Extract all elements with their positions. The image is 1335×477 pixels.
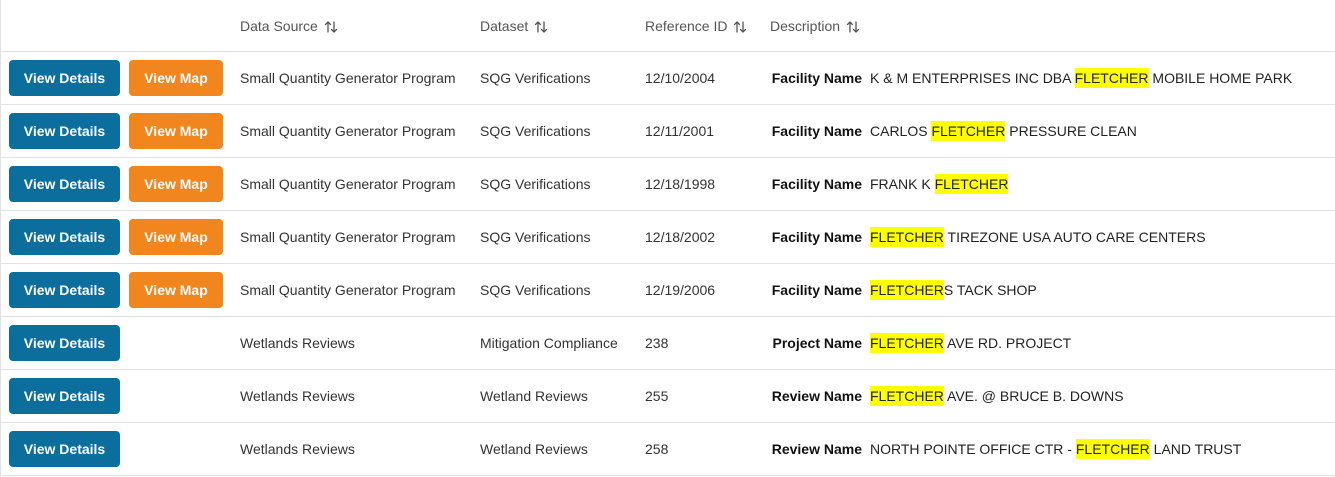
results-table: Data Source Dataset Reference ID Descrip… [0, 0, 1335, 477]
column-header-label: Reference ID [645, 18, 728, 34]
data-source-cell: Small Quantity Generator Program [240, 123, 456, 139]
table-body: View Details View Map Small Quantity Gener… [1, 52, 1335, 476]
description-label: Review Name [771, 441, 862, 457]
view-details-button[interactable]: View Details [9, 113, 120, 149]
data-source-cell: Wetlands Reviews [240, 441, 355, 457]
column-header-description[interactable]: Description [770, 0, 860, 52]
search-highlight: FLETCHER [934, 174, 1009, 194]
description-segment: CARLOS [870, 123, 932, 139]
search-highlight: FLETCHER [931, 121, 1006, 141]
dataset-cell: SQG Verifications [480, 123, 591, 139]
sort-up-down-icon[interactable] [733, 20, 747, 34]
data-source-cell: Small Quantity Generator Program [240, 229, 456, 245]
description-segment: MOBILE HOME PARK [1148, 70, 1293, 86]
view-details-button[interactable]: View Details [9, 272, 120, 308]
table-row: View Details View Map Small Quantity Gener… [1, 52, 1335, 105]
dataset-cell: Wetland Reviews [480, 441, 588, 457]
reference-id-cell: 12/18/2002 [645, 229, 716, 245]
dataset-cell: Mitigation Compliance [480, 335, 618, 351]
dataset-cell: SQG Verifications [480, 176, 591, 192]
description-segment: FRANK K [870, 176, 935, 192]
search-highlight: FLETCHER [870, 280, 944, 300]
table-row: View Details View Map Small Quantity Gener… [1, 264, 1335, 317]
description-label: Facility Name [771, 70, 862, 86]
dataset-cell: SQG Verifications [480, 70, 591, 86]
data-source-cell: Wetlands Reviews [240, 388, 355, 404]
data-source-cell: Wetlands Reviews [240, 335, 355, 351]
description-segment: LAND TRUST [1149, 441, 1242, 457]
view-map-button[interactable]: View Map [129, 113, 223, 149]
table-row: View Details Wetlands Reviews Wetland Revi… [1, 370, 1335, 423]
description-text: FRANK K FLETCHER [870, 158, 1009, 210]
view-details-button[interactable]: View Details [9, 325, 120, 361]
data-source-cell: Small Quantity Generator Program [240, 176, 456, 192]
search-highlight: FLETCHER [870, 386, 944, 406]
dataset-cell: Wetland Reviews [480, 388, 588, 404]
description-label: Project Name [772, 335, 862, 351]
description-text: CARLOS FLETCHER PRESSURE CLEAN [870, 105, 1137, 157]
column-header-dataset[interactable]: Dataset [480, 0, 548, 52]
column-header-label: Description [770, 18, 841, 34]
description-text: FLETCHER AVE RD. PROJECT [870, 317, 1071, 369]
description-text: NORTH POINTE OFFICE CTR - FLETCHER LAND … [870, 423, 1241, 475]
description-segment: AVE. @ BRUCE B. DOWNS [943, 388, 1124, 404]
sort-up-down-icon[interactable] [534, 20, 548, 34]
table-row: View Details View Map Small Quantity Gener… [1, 211, 1335, 264]
description-text: FLETCHER TIREZONE USA AUTO CARE CENTERS [870, 211, 1206, 263]
search-highlight: FLETCHER [1075, 439, 1150, 459]
description-text: FLETCHERS TACK SHOP [870, 264, 1037, 316]
description-label: Review Name [771, 388, 862, 404]
view-details-button[interactable]: View Details [9, 378, 120, 414]
dataset-cell: SQG Verifications [480, 282, 591, 298]
view-map-button[interactable]: View Map [129, 166, 223, 202]
reference-id-cell: 255 [645, 388, 669, 404]
description-segment: NORTH POINTE OFFICE CTR - [870, 441, 1076, 457]
view-map-button[interactable]: View Map [129, 272, 223, 308]
search-highlight: FLETCHER [870, 333, 944, 353]
view-details-button[interactable]: View Details [9, 431, 120, 467]
description-segment: TIREZONE USA AUTO CARE CENTERS [943, 229, 1206, 245]
column-header-reference-id[interactable]: Reference ID [645, 0, 747, 52]
table-header: Data Source Dataset Reference ID Descrip… [1, 0, 1335, 52]
sort-up-down-icon[interactable] [846, 20, 860, 34]
description-label: Facility Name [771, 123, 862, 139]
view-details-button[interactable]: View Details [9, 219, 120, 255]
view-map-button[interactable]: View Map [129, 219, 223, 255]
reference-id-cell: 12/19/2006 [645, 282, 716, 298]
reference-id-cell: 258 [645, 441, 669, 457]
view-map-button[interactable]: View Map [129, 60, 223, 96]
description-segment: S TACK SHOP [943, 282, 1037, 298]
view-details-button[interactable]: View Details [9, 166, 120, 202]
table-row: View Details Wetlands Reviews Mitigation C… [1, 317, 1335, 370]
search-highlight: FLETCHER [1074, 68, 1149, 88]
description-text: FLETCHER AVE. @ BRUCE B. DOWNS [870, 370, 1124, 422]
search-highlight: FLETCHER [870, 227, 944, 247]
reference-id-cell: 238 [645, 335, 669, 351]
description-segment: PRESSURE CLEAN [1005, 123, 1137, 139]
dataset-cell: SQG Verifications [480, 229, 591, 245]
data-source-cell: Small Quantity Generator Program [240, 70, 456, 86]
description-label: Facility Name [771, 176, 862, 192]
table-row: View Details View Map Small Quantity Gener… [1, 105, 1335, 158]
reference-id-cell: 12/18/1998 [645, 176, 716, 192]
description-label: Facility Name [771, 229, 862, 245]
view-details-button[interactable]: View Details [9, 60, 120, 96]
description-label: Facility Name [771, 282, 862, 298]
description-segment: AVE RD. PROJECT [943, 335, 1072, 351]
table-row: View Details View Map Small Quantity Gener… [1, 158, 1335, 211]
description-text: K & M ENTERPRISES INC DBA FLETCHER MOBIL… [870, 52, 1292, 104]
column-header-data-source[interactable]: Data Source [240, 0, 338, 52]
column-header-label: Data Source [240, 18, 318, 34]
column-header-label: Dataset [480, 18, 529, 34]
data-source-cell: Small Quantity Generator Program [240, 282, 456, 298]
reference-id-cell: 12/11/2001 [645, 123, 715, 139]
description-segment: K & M ENTERPRISES INC DBA [870, 70, 1075, 86]
reference-id-cell: 12/10/2004 [645, 70, 716, 86]
table-row: View Details Wetlands Reviews Wetland Revi… [1, 423, 1335, 476]
sort-up-down-icon[interactable] [324, 20, 338, 34]
